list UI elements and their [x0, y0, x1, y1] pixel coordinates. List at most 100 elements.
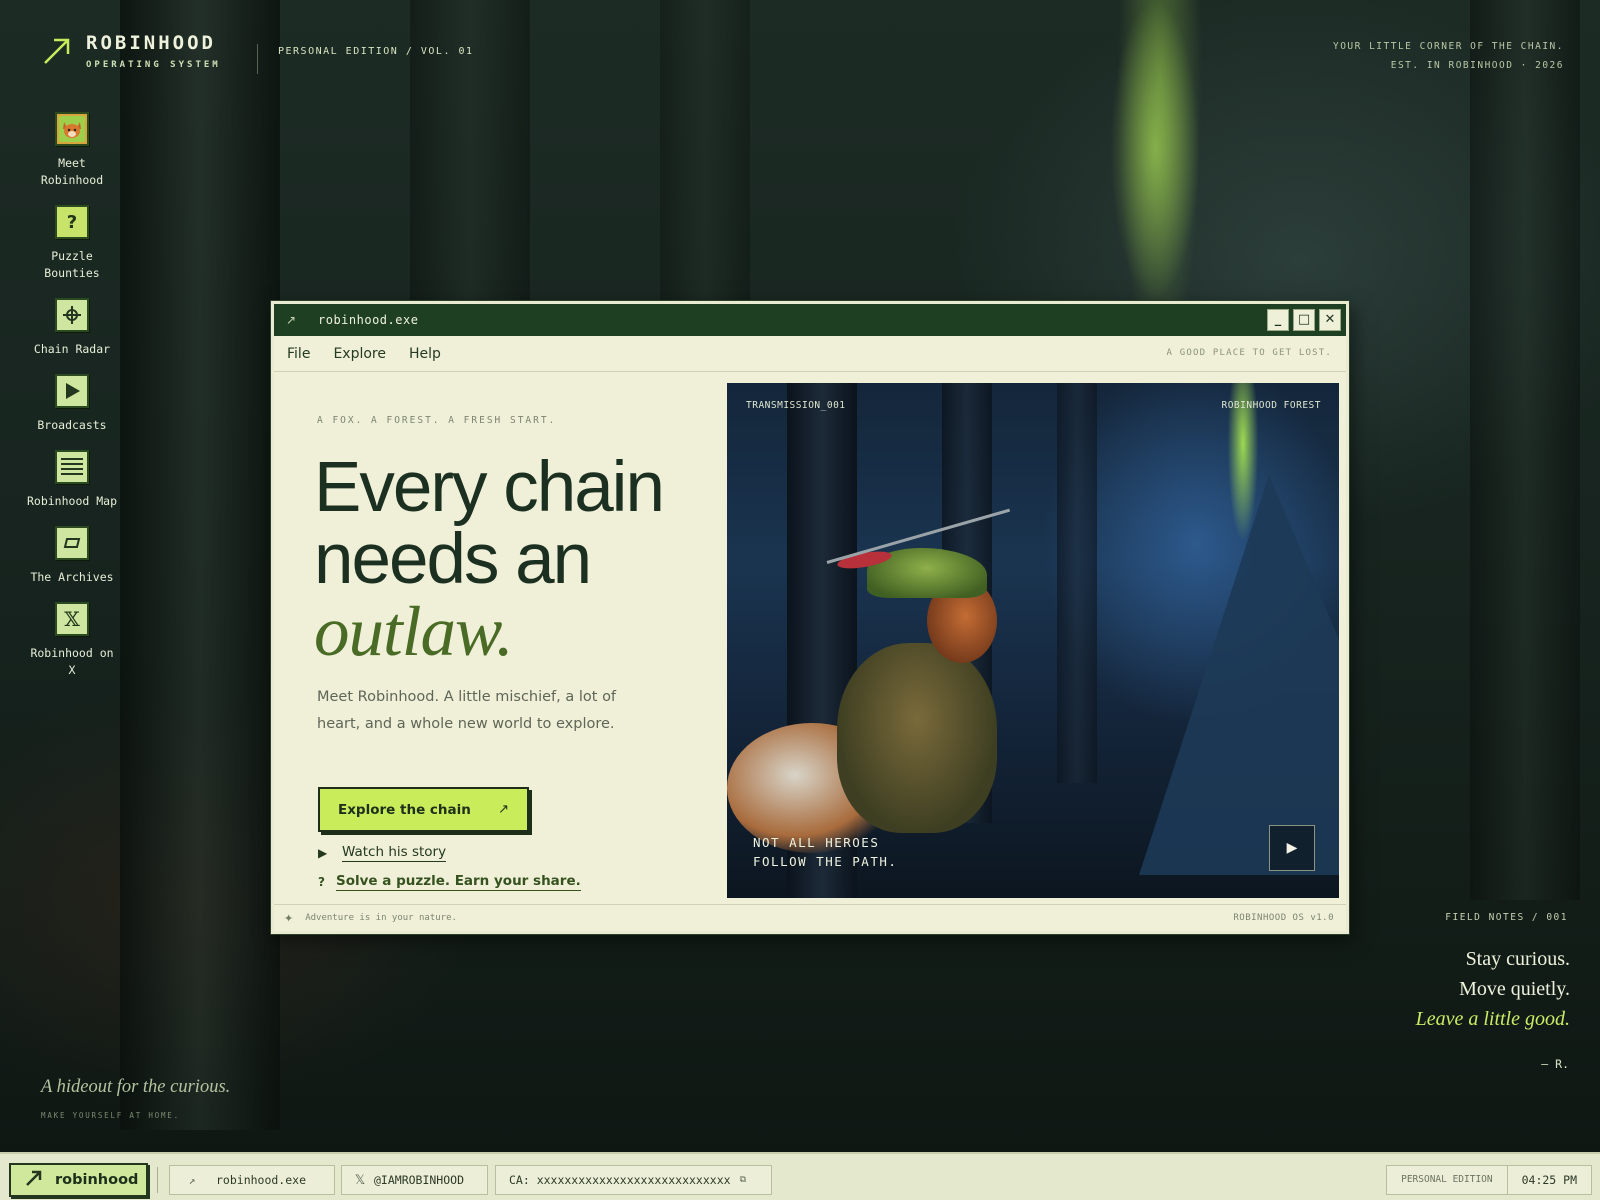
status-text: Adventure is in your nature.	[305, 913, 457, 923]
play-icon	[55, 374, 89, 408]
arrow-up-right-icon	[40, 34, 74, 68]
brand-title: ROBINHOOD	[86, 32, 216, 54]
tray-edition: PERSONAL EDITION	[1387, 1166, 1508, 1194]
menu-help[interactable]: Help	[409, 346, 441, 362]
brand-subtitle: OPERATING SYSTEM	[86, 60, 221, 70]
field-note-line-1: Stay curious.	[1465, 948, 1570, 970]
forest-tree	[1057, 383, 1097, 783]
desktop-icon-label: Robinhood Map	[26, 494, 117, 508]
watch-story-link[interactable]: ▶ Watch his story	[318, 844, 447, 862]
window-title: robinhood.exe	[318, 313, 419, 327]
status-version: ROBINHOOD OS v1.0	[1233, 913, 1334, 923]
hero-headline: Every chain needs an outlaw.	[314, 448, 665, 671]
tagline-line-1: YOUR LITTLE CORNER OF THE CHAIN.	[1332, 41, 1564, 52]
bg-tree-trunk	[120, 0, 280, 1130]
desktop-icon-the-archives[interactable]: The Archives	[22, 526, 122, 586]
media-label-left: TRANSMISSION_001	[746, 400, 846, 411]
taskbar: robinhood ↗ robinhood.exe 𝕏 @IAMROBINHOO…	[0, 1152, 1600, 1200]
hero-description: Meet Robinhood. A little mischief, a lot…	[317, 689, 617, 732]
headline-line-1: Every chain	[314, 448, 665, 527]
play-video-button[interactable]: ▶	[1269, 825, 1315, 871]
close-button[interactable]: ✕	[1319, 309, 1341, 331]
desktop-icon-label: Broadcasts	[37, 418, 107, 432]
play-icon: ▶	[318, 846, 328, 860]
headline-emphasis: outlaw.	[314, 593, 514, 671]
solve-puzzle-label: Solve a puzzle. Earn your share.	[336, 873, 581, 891]
question-icon: ?	[55, 205, 89, 239]
start-button[interactable]: robinhood	[9, 1163, 148, 1197]
desktop-icon-label: Robinhood on X	[30, 646, 114, 677]
brand-logo: ROBINHOOD OPERATING SYSTEM	[40, 32, 221, 70]
clock[interactable]: 04:25 PM	[1508, 1166, 1591, 1194]
folder-icon	[55, 526, 89, 560]
field-note-line-3: Leave a little good.	[1415, 1008, 1570, 1030]
menu-note: A GOOD PLACE TO GET LOST.	[1166, 348, 1332, 358]
sparkle-icon: ✦	[284, 911, 294, 925]
media-quote-line-2: FOLLOW THE PATH.	[753, 854, 898, 869]
map-lines-icon	[55, 450, 89, 484]
contract-address-copy[interactable]: CA: xxxxxxxxxxxxxxxxxxxxxxxxxxxx ⧉	[495, 1165, 772, 1195]
task-robinhood-exe[interactable]: ↗ robinhood.exe	[169, 1165, 335, 1195]
solve-puzzle-link[interactable]: ? Solve a puzzle. Earn your share.	[318, 873, 581, 891]
minimize-button[interactable]: _	[1267, 309, 1289, 331]
explore-chain-button[interactable]: Explore the chain ↗	[318, 787, 529, 832]
question-icon: ?	[318, 875, 325, 889]
desktop-icon-label: Chain Radar	[33, 342, 111, 356]
window-titlebar[interactable]: ↗ robinhood.exe _ □ ✕	[274, 304, 1346, 336]
watch-story-label: Watch his story	[342, 844, 447, 862]
field-note-line-2: Move quietly.	[1459, 978, 1570, 1000]
play-icon: ▶	[1286, 840, 1298, 856]
bg-tree-trunk	[660, 0, 750, 300]
cta-label: Explore the chain	[338, 801, 471, 818]
media-label-right: ROBINHOOD FOREST	[1221, 400, 1321, 411]
desktop-icon-label: The Archives	[30, 570, 114, 584]
fox-portrait-icon	[55, 112, 89, 146]
tagline-line-2: EST. IN ROBINHOOD · 2026	[1390, 60, 1564, 71]
start-label: robinhood	[55, 1172, 139, 1188]
taskbar-divider	[157, 1167, 158, 1193]
crosshair-icon	[55, 298, 89, 332]
fox-body	[837, 643, 997, 833]
desktop-icon-robinhood-on-x[interactable]: 𝕏 Robinhood on X	[22, 602, 122, 679]
bg-green-light-beam	[1110, 0, 1200, 300]
menu-explore[interactable]: Explore	[333, 346, 386, 362]
field-notes: Stay curious. Move quietly. Leave a litt…	[1416, 944, 1570, 1034]
menu-file[interactable]: File	[287, 346, 310, 362]
brand-divider	[257, 44, 258, 74]
hero-media-panel: TRANSMISSION_001 ROBINHOOD FOREST NOT AL…	[727, 383, 1339, 898]
media-quote-line-1: NOT ALL HEROES	[753, 835, 880, 850]
desktop-icon-label: Puzzle Bounties	[44, 249, 100, 280]
desktop-icon-broadcasts[interactable]: Broadcasts	[22, 374, 122, 434]
field-notes-header: FIELD NOTES / 001	[1445, 912, 1568, 923]
hero-kicker: A FOX. A FOREST. A FRESH START.	[317, 415, 557, 426]
bg-tree-trunk	[1470, 0, 1580, 900]
tagline: YOUR LITTLE CORNER OF THE CHAIN. EST. IN…	[1333, 37, 1564, 75]
system-tray: PERSONAL EDITION 04:25 PM	[1386, 1165, 1592, 1195]
arrow-up-right-icon: ↗	[498, 802, 509, 817]
desktop-icons: Meet Robinhood ? Puzzle Bounties Chain R…	[22, 112, 122, 695]
maximize-button[interactable]: □	[1293, 309, 1315, 331]
mountain-peak	[1139, 475, 1339, 875]
bg-tree-trunk	[410, 0, 530, 300]
window-status-bar: ✦ Adventure is in your nature. ROBINHOOD…	[274, 904, 1346, 931]
desktop-icon-label: Meet Robinhood	[40, 156, 104, 187]
field-notes-signature: — R.	[1541, 1057, 1569, 1071]
hideout-subtitle: MAKE YOURSELF AT HOME.	[41, 1111, 180, 1120]
contract-address: CA: xxxxxxxxxxxxxxxxxxxxxxxxxxxx	[509, 1173, 731, 1187]
desktop-icon-chain-radar[interactable]: Chain Radar	[22, 298, 122, 358]
edition-label: PERSONAL EDITION / VOL. 01	[278, 46, 474, 57]
task-label: robinhood.exe	[216, 1173, 307, 1187]
desktop-icon-robinhood-map[interactable]: Robinhood Map	[22, 450, 122, 510]
media-quote: NOT ALL HEROES FOLLOW THE PATH.	[753, 833, 897, 871]
task-label: @IAMROBINHOOD	[374, 1173, 465, 1187]
task-x-handle[interactable]: 𝕏 @IAMROBINHOOD	[341, 1165, 488, 1195]
arrow-up-right-icon: ↗	[188, 1173, 196, 1187]
x-logo-icon: 𝕏	[55, 602, 89, 636]
arrow-up-right-icon	[25, 1169, 43, 1192]
desktop-icon-meet-robinhood[interactable]: Meet Robinhood	[22, 112, 122, 189]
hideout-title: A hideout for the curious.	[41, 1077, 231, 1097]
copy-icon: ⧉	[739, 1175, 746, 1185]
arrow-up-right-icon: ↗	[286, 313, 297, 327]
desktop-icon-puzzle-bounties[interactable]: ? Puzzle Bounties	[22, 205, 122, 282]
menu-bar: File Explore Help A GOOD PLACE TO GET LO…	[274, 336, 1346, 372]
